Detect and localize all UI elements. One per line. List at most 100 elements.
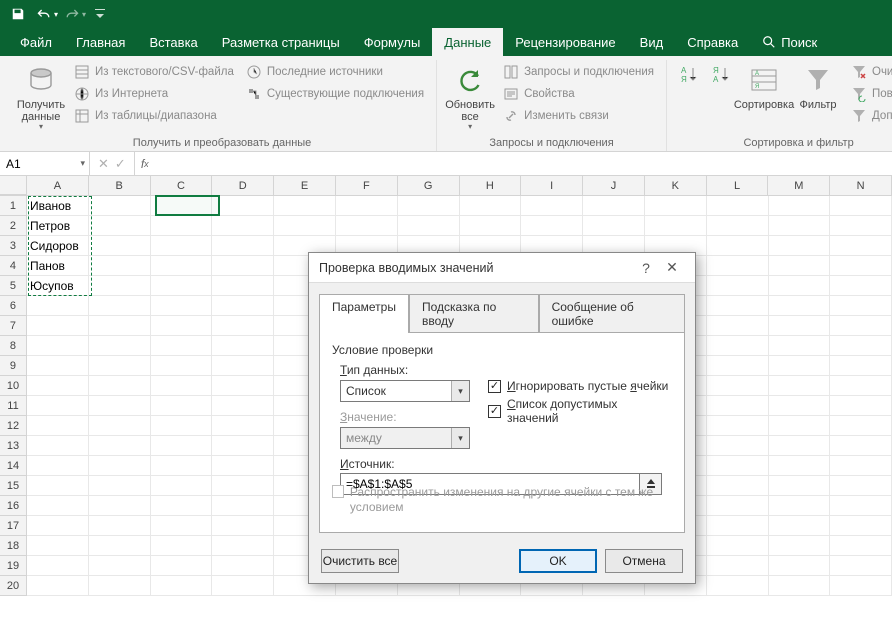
cell[interactable] [27,396,89,416]
cell[interactable] [89,376,151,396]
help-button[interactable]: ? [633,260,659,276]
tab-insert[interactable]: Вставка [137,28,209,56]
cell[interactable] [769,396,831,416]
column-header[interactable]: C [151,176,213,195]
cell[interactable] [769,336,831,356]
column-header[interactable]: G [398,176,460,195]
cell[interactable] [212,376,274,396]
cancel-formula-icon[interactable]: ✕ [98,156,109,172]
cell[interactable] [830,576,892,596]
cell[interactable] [212,276,274,296]
column-header[interactable]: M [768,176,830,195]
cell[interactable] [151,516,213,536]
cell[interactable] [151,396,213,416]
row-header[interactable]: 4 [0,256,27,276]
cell[interactable] [151,576,213,596]
cell[interactable] [89,516,151,536]
cell[interactable]: Панов [27,256,89,276]
row-header[interactable]: 2 [0,216,27,236]
cell[interactable] [769,216,831,236]
cell[interactable] [27,476,89,496]
cell[interactable] [212,336,274,356]
save-icon[interactable] [6,3,30,25]
reapply-button[interactable]: Повтори [849,84,892,104]
cell[interactable] [212,396,274,416]
row-header[interactable]: 8 [0,336,27,356]
cell[interactable] [151,336,213,356]
cell[interactable] [830,536,892,556]
formula-input[interactable] [155,152,892,175]
cell[interactable] [830,216,892,236]
column-header[interactable]: H [460,176,522,195]
qat-customize-icon[interactable] [88,3,112,25]
incell-dropdown-checkbox[interactable]: ✓ Список допустимых значений [488,397,672,425]
cell[interactable] [212,536,274,556]
namebox-dropdown-icon[interactable]: ▾ [80,158,85,169]
cell[interactable] [707,376,769,396]
cell[interactable] [769,296,831,316]
cell[interactable] [151,556,213,576]
column-header[interactable]: D [212,176,274,195]
column-header[interactable]: E [274,176,336,195]
cell[interactable] [151,236,213,256]
cell[interactable] [830,556,892,576]
tab-view[interactable]: Вид [628,28,676,56]
ignore-blank-checkbox[interactable]: ✓ Игнорировать пустые ячейки [488,379,672,393]
cell[interactable] [707,196,769,216]
cell[interactable] [89,256,151,276]
cell[interactable] [151,376,213,396]
cell[interactable] [769,256,831,276]
cell[interactable] [460,196,522,216]
cell[interactable] [27,336,89,356]
cell[interactable] [27,456,89,476]
cell[interactable] [583,216,645,236]
cell[interactable] [151,476,213,496]
row-header[interactable]: 19 [0,556,27,576]
existing-conn-button[interactable]: Существующие подключения [244,84,426,104]
cell[interactable] [707,276,769,296]
clear-filter-button[interactable]: Очистит [849,62,892,82]
cell[interactable] [27,576,89,596]
cell[interactable] [89,316,151,336]
tab-error-alert[interactable]: Сообщение об ошибке [539,294,685,333]
cell[interactable] [212,196,274,216]
cell[interactable] [212,256,274,276]
cell[interactable] [830,376,892,396]
tab-input-message[interactable]: Подсказка по вводу [409,294,539,333]
cell[interactable] [212,436,274,456]
cell[interactable] [27,496,89,516]
row-header[interactable]: 6 [0,296,27,316]
cell[interactable]: Иванов [27,196,89,216]
from-csv-button[interactable]: Из текстового/CSV-файла [72,62,236,82]
cell[interactable] [89,496,151,516]
cell[interactable] [27,536,89,556]
cell[interactable] [707,236,769,256]
cell[interactable] [769,356,831,376]
column-header[interactable]: K [645,176,707,195]
row-header[interactable]: 13 [0,436,27,456]
cell[interactable] [89,416,151,436]
cell[interactable] [89,456,151,476]
row-header[interactable]: 17 [0,516,27,536]
queries-button[interactable]: Запросы и подключения [501,62,656,82]
cell[interactable] [707,576,769,596]
cell[interactable] [830,196,892,216]
cell[interactable] [151,196,213,216]
name-box[interactable]: ▾ [0,152,90,175]
row-header[interactable]: 14 [0,456,27,476]
row-header[interactable]: 15 [0,476,27,496]
edit-links-button[interactable]: Изменить связи [501,106,656,126]
cell[interactable] [151,496,213,516]
cell[interactable] [830,296,892,316]
cell[interactable] [583,196,645,216]
row-header[interactable]: 20 [0,576,27,596]
cell[interactable] [27,436,89,456]
row-header[interactable]: 1 [0,196,27,216]
cell[interactable] [212,476,274,496]
tab-file[interactable]: Файл [8,28,64,56]
cell[interactable] [151,316,213,336]
cell[interactable] [769,496,831,516]
cell[interactable] [89,336,151,356]
cell[interactable] [89,396,151,416]
column-header[interactable]: A [27,176,89,195]
